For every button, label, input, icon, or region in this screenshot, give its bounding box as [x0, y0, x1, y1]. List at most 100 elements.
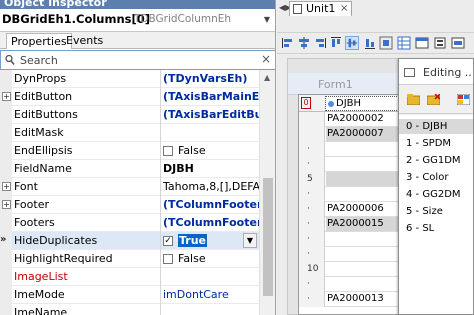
search-input[interactable]: Search × — [0, 50, 275, 70]
property-value[interactable]: (TColumnFooterEh) — [163, 198, 259, 211]
unit-tab-label: Unit1 — [306, 2, 336, 15]
close-icon[interactable]: × — [261, 52, 271, 66]
property-value[interactable]: imDontCare — [163, 288, 259, 301]
scrollbar-thumb[interactable] — [263, 178, 273, 296]
chevron-down-icon[interactable]: ▼ — [243, 233, 257, 248]
align-toolbar — [277, 32, 474, 54]
row-indicator: · — [299, 292, 325, 307]
grid-cell[interactable]: PA2000006 — [327, 203, 384, 214]
delete-folder-icon[interactable] — [427, 94, 440, 105]
grid-column-title: DJBH — [336, 98, 362, 109]
column-divider — [160, 106, 161, 124]
scroll-up-icon[interactable]: ▲ — [264, 73, 270, 82]
row-gutter — [0, 214, 12, 232]
column-divider — [160, 142, 161, 160]
list-item[interactable]: 0 - DJBH — [399, 119, 473, 134]
column-divider — [160, 304, 161, 315]
align-bottom-icon[interactable] — [363, 36, 377, 50]
list-item[interactable]: 4 - GG2DM — [399, 187, 473, 202]
inspector-tabs: Properties Events — [0, 32, 275, 49]
grid-cell[interactable]: PA2000015 — [327, 218, 384, 229]
row-gutter — [0, 250, 12, 268]
row-indicator: · — [299, 157, 325, 172]
align-center-icon[interactable] — [297, 36, 311, 50]
center-vertical-icon[interactable] — [345, 36, 359, 50]
editor-title-bar[interactable]: Editing .. — [399, 59, 473, 85]
property-row[interactable]: HighlightRequired False — [0, 250, 275, 268]
tab-events[interactable]: Events — [62, 33, 107, 49]
tab-unit1[interactable]: Unit1 × — [289, 1, 353, 16]
row-gutter — [0, 124, 12, 142]
property-value[interactable]: Tahoma,8,[],DEFAUL — [163, 180, 259, 193]
grid-cell[interactable]: PA2000013 — [327, 293, 384, 304]
align-top-icon[interactable] — [329, 36, 343, 50]
form1-title: Form1 — [318, 78, 353, 91]
column-divider — [160, 70, 161, 88]
grid-columns-icon[interactable] — [457, 94, 470, 105]
property-row[interactable]: FieldName DJBH — [0, 160, 275, 178]
row-gutter — [0, 106, 12, 124]
row-indicator: 10 — [299, 262, 325, 277]
grid-view-icon[interactable] — [397, 36, 411, 50]
component-icon[interactable] — [433, 36, 447, 50]
property-name: HighlightRequired — [14, 252, 113, 265]
property-name: Font — [14, 180, 38, 193]
list-item[interactable]: 3 - Color — [399, 170, 473, 185]
editor-title: Editing .. — [423, 66, 472, 79]
align-right-icon[interactable] — [313, 36, 327, 50]
close-icon[interactable]: × — [340, 2, 348, 16]
property-name: ImeName — [14, 306, 68, 315]
checkbox[interactable] — [163, 146, 173, 156]
add-folder-icon[interactable] — [407, 94, 420, 105]
property-row[interactable]: EditButtons (TAxisBarEditButto — [0, 106, 275, 124]
property-name: DynProps — [14, 72, 67, 85]
row-gutter — [0, 70, 12, 88]
align-left-icon[interactable] — [281, 36, 295, 50]
property-name: FieldName — [14, 162, 72, 175]
property-value[interactable]: True — [178, 234, 208, 247]
property-row[interactable]: ImageList — [0, 268, 275, 286]
columns-list: 0 - DJBH 1 - SPDM 2 - GG1DM 3 - Color 4 - GG… — [399, 115, 473, 314]
space-equal-icon[interactable] — [379, 36, 393, 50]
property-value[interactable]: (TColumnFootersEh — [163, 216, 259, 229]
property-row[interactable]: EndEllipsis False — [0, 142, 275, 160]
checkbox[interactable]: ✓ — [163, 236, 173, 246]
property-row[interactable]: DynProps (TDynVarsEh) — [0, 70, 275, 88]
property-row[interactable]: +Font Tahoma,8,[],DEFAUL — [0, 178, 275, 196]
property-name: Footer — [14, 198, 49, 211]
property-name: EditMask — [14, 126, 64, 139]
chevron-down-icon[interactable]: ▼ — [262, 14, 272, 26]
property-row[interactable]: » HideDuplicates ✓ True ▼ — [0, 232, 275, 250]
list-item[interactable]: 5 - Size — [399, 204, 473, 219]
row-gutter — [0, 268, 12, 286]
tab-order-icon[interactable] — [451, 36, 465, 50]
property-value[interactable]: (TAxisBarMainEditB — [163, 90, 259, 103]
property-row[interactable]: Footers (TColumnFootersEh — [0, 214, 275, 232]
property-row[interactable]: +EditButton (TAxisBarMainEditB — [0, 88, 275, 106]
property-row[interactable]: +Footer (TColumnFooterEh) — [0, 196, 275, 214]
expand-icon[interactable]: + — [2, 200, 11, 209]
checkbox[interactable] — [163, 254, 173, 264]
grid-cell[interactable]: PA2000007 — [327, 128, 384, 139]
list-item[interactable]: 6 - SL — [399, 221, 473, 236]
list-item[interactable]: 2 - GG1DM — [399, 153, 473, 168]
list-item[interactable]: 1 - SPDM — [399, 136, 473, 151]
inspector-scrollbar[interactable]: ▲ — [259, 70, 275, 315]
row-indicator: · — [299, 232, 325, 247]
property-value[interactable]: (TAxisBarEditButto — [163, 108, 259, 121]
property-row[interactable]: ImeName — [0, 304, 275, 315]
grid-cell[interactable]: PA2000002 — [327, 113, 384, 124]
property-row[interactable]: EditMask — [0, 124, 275, 142]
property-value[interactable]: DJBH — [163, 162, 259, 175]
column-divider — [160, 160, 161, 178]
property-value[interactable]: (TDynVarsEh) — [163, 72, 259, 85]
column-divider — [160, 88, 161, 106]
row-indicator: · — [299, 187, 325, 202]
window-icon[interactable] — [415, 36, 429, 50]
row-indicator: · — [299, 202, 325, 217]
component-selector[interactable]: DBGridEh1.Columns[0] TDBGridColumnEh ▼ — [0, 9, 275, 32]
property-row[interactable]: ImeMode imDontCare — [0, 286, 275, 304]
editor-toolbar — [399, 86, 473, 114]
expand-icon[interactable]: + — [2, 92, 11, 101]
expand-icon[interactable]: + — [2, 182, 11, 191]
